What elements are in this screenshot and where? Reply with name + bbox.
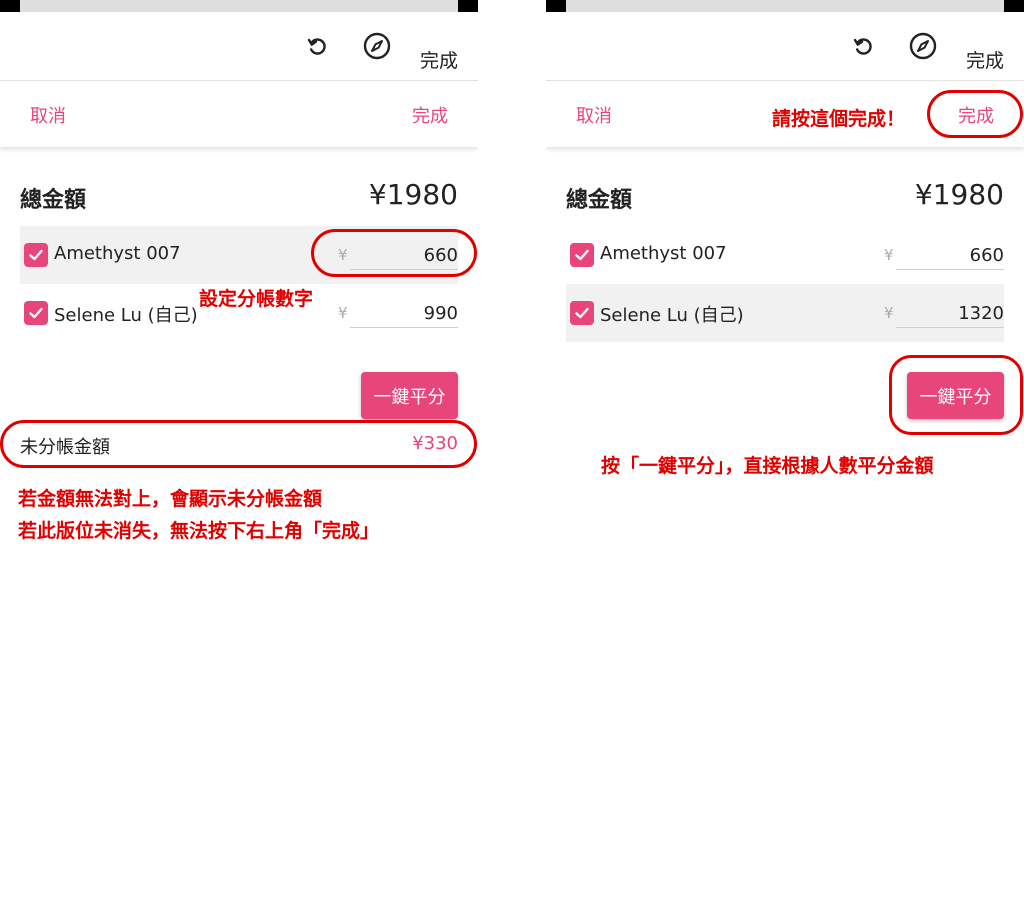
confirm-button[interactable]: 完成 xyxy=(958,102,994,128)
top-bar: 完成 xyxy=(546,12,1024,80)
topbar-done-button[interactable]: 完成 xyxy=(966,46,1004,73)
cancel-button[interactable]: 取消 xyxy=(30,102,66,128)
participant-checkbox[interactable] xyxy=(570,243,594,267)
refresh-icon[interactable] xyxy=(303,32,331,60)
participant-checkbox[interactable] xyxy=(24,301,48,325)
top-bar: 完成 xyxy=(0,12,478,80)
action-bar: 取消 完成 xyxy=(0,81,478,147)
participant-row: Amethyst 007 ¥ xyxy=(566,226,1004,284)
annotation-press-done: 請按這個完成！ xyxy=(772,108,906,130)
total-value: ¥1980 xyxy=(914,178,1004,211)
participant-name: Amethyst 007 xyxy=(600,243,727,264)
unsplit-label: 未分帳金額 xyxy=(20,437,110,458)
refresh-icon[interactable] xyxy=(849,32,877,60)
compass-icon[interactable] xyxy=(363,32,391,60)
total-label: 總金額 xyxy=(20,188,87,213)
checkmark-icon xyxy=(29,307,43,319)
annotation-split-hint: 按「一鍵平分」，直接根據人數平分金額 xyxy=(601,455,934,477)
screen-before-split: 完成 取消 完成 總金額 ¥1980 Amethyst 007 ¥ Selene… xyxy=(0,0,478,923)
currency-prefix: ¥ xyxy=(338,304,348,322)
checkmark-icon xyxy=(575,249,589,261)
checkmark-icon xyxy=(575,307,589,319)
confirm-button[interactable]: 完成 xyxy=(412,102,448,128)
annotation-set-split: 設定分帳數字 xyxy=(199,288,314,310)
total-label: 總金額 xyxy=(566,188,633,213)
total-amount-row: 總金額 ¥1980 xyxy=(566,176,1004,216)
unsplit-amount-row: 未分帳金額 ¥330 xyxy=(20,427,458,463)
currency-prefix: ¥ xyxy=(884,246,894,264)
amount-input[interactable] xyxy=(350,300,458,328)
total-value: ¥1980 xyxy=(368,178,458,211)
split-evenly-button[interactable]: 一鍵平分 xyxy=(361,372,458,419)
participant-row: Amethyst 007 ¥ xyxy=(20,226,458,284)
total-amount-row: 總金額 ¥1980 xyxy=(20,176,458,216)
cancel-button[interactable]: 取消 xyxy=(576,102,612,128)
annotation-warning-line2: 若此版位未消失，無法按下右上角「完成」 xyxy=(18,520,380,542)
currency-prefix: ¥ xyxy=(338,246,348,264)
split-evenly-button[interactable]: 一鍵平分 xyxy=(907,372,1004,419)
participant-name: Selene Lu (自己) xyxy=(600,305,744,326)
amount-input[interactable] xyxy=(896,242,1004,270)
annotation-warning-line1: 若金額無法對上，會顯示未分帳金額 xyxy=(18,488,323,510)
bottom-sheet xyxy=(0,12,478,923)
unsplit-value: ¥330 xyxy=(412,433,458,454)
amount-input[interactable] xyxy=(896,300,1004,328)
participant-checkbox[interactable] xyxy=(570,301,594,325)
participant-row: Selene Lu (自己) ¥ xyxy=(566,284,1004,342)
currency-prefix: ¥ xyxy=(884,304,894,322)
participant-name: Selene Lu (自己) xyxy=(54,305,198,326)
amount-input[interactable] xyxy=(350,242,458,270)
compass-icon[interactable] xyxy=(909,32,937,60)
screen-after-split: 完成 取消 完成 總金額 ¥1980 Amethyst 007 ¥ Selene… xyxy=(546,0,1024,923)
checkmark-icon xyxy=(29,249,43,261)
topbar-done-button[interactable]: 完成 xyxy=(420,46,458,73)
participant-checkbox[interactable] xyxy=(24,243,48,267)
participant-name: Amethyst 007 xyxy=(54,243,181,264)
